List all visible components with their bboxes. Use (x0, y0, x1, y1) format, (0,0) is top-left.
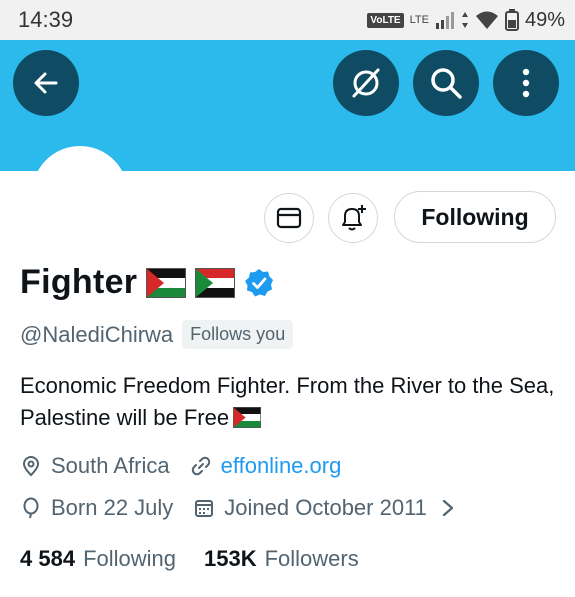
grok-icon (352, 68, 380, 98)
signal-icon (435, 12, 454, 29)
following-count[interactable]: 4 584 (20, 546, 75, 572)
palestine-flag-icon (233, 407, 262, 428)
battery-percentage: 49% (524, 8, 565, 31)
website-item[interactable]: effonline.org (190, 453, 342, 479)
message-button[interactable] (264, 193, 314, 243)
volte-badge: VoLTE (367, 12, 404, 28)
balloon-icon (23, 497, 39, 519)
search-icon (431, 68, 462, 99)
location-text: South Africa (51, 453, 170, 478)
arrow-left-icon (34, 72, 58, 94)
notify-button[interactable] (328, 193, 378, 243)
stats-row: 4 584 Following 153K Followers (20, 546, 387, 572)
birthday-text: Born 22 July (51, 495, 174, 520)
bio: Economic Freedom Fighter. From the River… (20, 370, 565, 434)
palestine-flag-icon (146, 267, 187, 298)
birthday-item: Born 22 July (20, 495, 173, 521)
sudan-flag-icon (195, 267, 236, 298)
wifi-icon (475, 11, 498, 29)
meta-row-location: South Africa effonline.org (20, 453, 361, 479)
followers-label[interactable]: Followers (265, 546, 359, 572)
display-name: Fighter (20, 263, 138, 301)
back-button[interactable] (13, 50, 79, 116)
more-button[interactable] (493, 50, 559, 116)
following-label[interactable]: Following (83, 546, 176, 572)
status-icons: VoLTE LTE 49% (367, 6, 565, 34)
more-vertical-icon (522, 68, 530, 98)
status-bar: 14:39 VoLTE LTE 49% (0, 0, 575, 40)
link-icon (191, 456, 210, 476)
bell-plus-icon (342, 205, 366, 231)
website-link[interactable]: effonline.org (221, 453, 342, 479)
joined-item[interactable]: Joined October 2011 (193, 495, 455, 521)
following-button[interactable]: Following (394, 191, 556, 243)
battery-icon (504, 9, 519, 31)
grok-button[interactable] (333, 50, 399, 116)
bio-text: Economic Freedom Fighter. From the River… (20, 373, 555, 430)
calendar-icon (195, 500, 214, 517)
user-handle: @NalediChirwa (20, 321, 174, 347)
status-time: 14:39 (18, 7, 74, 32)
data-arrows-icon (461, 12, 468, 28)
handle-row: @NalediChirwa Follows you (20, 320, 294, 349)
followers-count[interactable]: 153K (204, 546, 257, 572)
avatar[interactable] (32, 146, 128, 178)
meta-row-dates: Born 22 July Joined October 2011 (20, 495, 475, 521)
location-pin-icon (22, 456, 40, 477)
lte-label: LTE (409, 14, 429, 26)
name-row: Fighter (20, 263, 274, 302)
follows-you-badge: Follows you (182, 320, 294, 349)
joined-text: Joined October 2011 (224, 495, 427, 520)
chevron-right-icon (442, 499, 454, 517)
verified-badge-icon[interactable] (244, 268, 274, 298)
location-item: South Africa (20, 453, 170, 479)
mail-icon (276, 207, 302, 229)
search-button[interactable] (413, 50, 479, 116)
